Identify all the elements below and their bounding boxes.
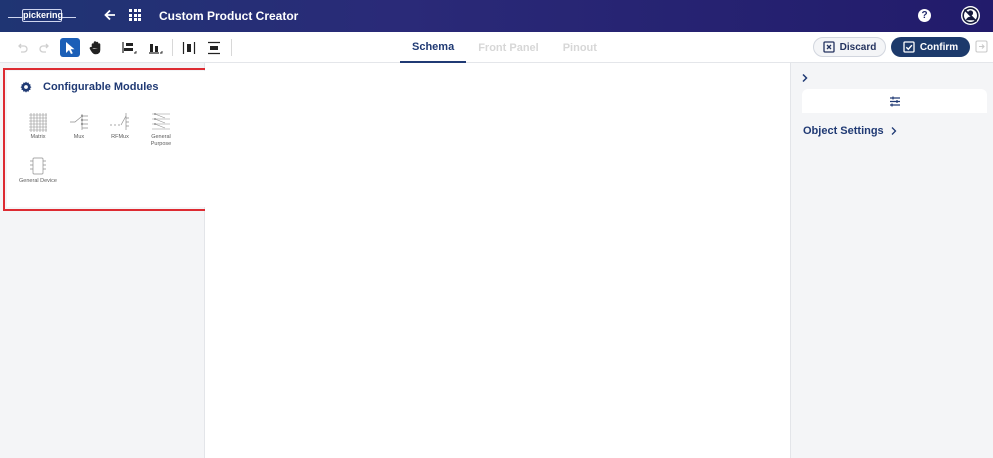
chevron-right-icon[interactable] bbox=[800, 70, 810, 83]
logo-line-left bbox=[8, 17, 22, 18]
configurable-modules-card: Configurable Modules Matrix Mux RFMux Ge… bbox=[7, 71, 207, 207]
view-tabs: Schema Front Panel Pinout bbox=[400, 32, 609, 63]
properties-tab[interactable] bbox=[802, 89, 987, 113]
sliders-icon bbox=[889, 96, 900, 106]
modules-panel-header: Configurable Modules bbox=[20, 81, 159, 93]
user-profile-icon[interactable] bbox=[960, 5, 981, 26]
module-mux[interactable]: Mux bbox=[59, 112, 99, 141]
module-rfmux[interactable]: RFMux bbox=[100, 112, 140, 141]
logo-text: pickering bbox=[22, 9, 64, 22]
app-window: pickering Custom Product Creator ? Schem… bbox=[0, 0, 993, 458]
align-bottom-icon[interactable] bbox=[146, 38, 166, 57]
module-label: Matrix bbox=[30, 134, 46, 140]
confirm-icon bbox=[903, 41, 915, 53]
hand-icon[interactable] bbox=[86, 38, 106, 57]
back-arrow-icon[interactable] bbox=[102, 8, 118, 24]
discard-icon bbox=[823, 41, 835, 53]
module-general-purpose[interactable]: General Purpose bbox=[141, 112, 181, 147]
object-settings-toggle[interactable]: Object Settings bbox=[803, 125, 898, 137]
module-matrix[interactable]: Matrix bbox=[18, 112, 58, 141]
distribute-vertical-icon[interactable] bbox=[204, 38, 224, 57]
confirm-label: Confirm bbox=[919, 41, 959, 53]
chevron-right-icon bbox=[891, 127, 897, 135]
left-sidebar: Configurable Modules Matrix Mux RFMux Ge… bbox=[0, 63, 211, 458]
discard-button[interactable]: Discard bbox=[813, 37, 886, 57]
tab-schema[interactable]: Schema bbox=[400, 32, 467, 63]
distribute-horizontal-icon[interactable] bbox=[179, 38, 199, 57]
toolbar: Schema Front Panel Pinout Discard Confir… bbox=[0, 32, 993, 63]
pickering-logo[interactable]: pickering bbox=[8, 6, 78, 26]
gear-icon bbox=[20, 81, 32, 93]
general-purpose-icon bbox=[152, 112, 170, 130]
align-left-icon[interactable] bbox=[120, 38, 140, 57]
module-label: RFMux bbox=[111, 134, 129, 140]
help-icon[interactable]: ? bbox=[918, 9, 931, 22]
exit-icon[interactable] bbox=[975, 40, 988, 53]
undo-icon[interactable] bbox=[12, 38, 32, 57]
confirm-button[interactable]: Confirm bbox=[891, 37, 970, 57]
logo-line-right bbox=[62, 17, 76, 18]
redo-icon[interactable] bbox=[35, 38, 55, 57]
modules-panel-title: Configurable Modules bbox=[43, 81, 159, 93]
rfmux-icon bbox=[110, 113, 129, 130]
app-title: Custom Product Creator bbox=[159, 9, 299, 23]
toolbar-separator bbox=[231, 39, 232, 56]
apps-grid-icon[interactable] bbox=[129, 9, 141, 21]
toolbar-separator bbox=[172, 39, 173, 56]
discard-label: Discard bbox=[839, 41, 877, 53]
mux-icon bbox=[70, 114, 88, 130]
app-header: pickering Custom Product Creator ? bbox=[0, 0, 993, 32]
right-sidebar: Object Settings bbox=[790, 63, 993, 458]
general-device-icon bbox=[30, 157, 46, 175]
module-general-device[interactable]: General Device bbox=[18, 156, 58, 185]
object-settings-label: Object Settings bbox=[803, 125, 884, 137]
tab-pinout[interactable]: Pinout bbox=[551, 32, 609, 63]
schema-canvas[interactable] bbox=[205, 63, 790, 458]
tab-front-panel[interactable]: Front Panel bbox=[466, 32, 551, 63]
module-label: General Purpose bbox=[150, 134, 172, 147]
pointer-icon[interactable] bbox=[60, 38, 80, 57]
module-label: Mux bbox=[73, 134, 85, 140]
matrix-icon bbox=[29, 113, 47, 132]
module-label: General Device bbox=[19, 178, 57, 184]
